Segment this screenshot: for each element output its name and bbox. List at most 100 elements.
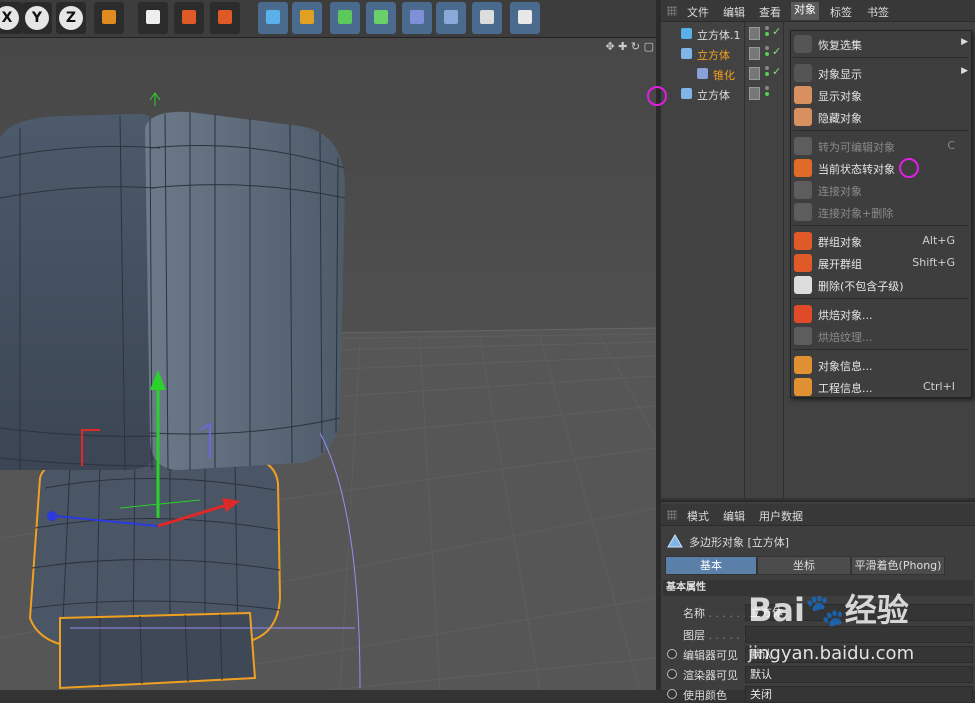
robot-head[interactable] — [0, 111, 346, 471]
connect-object-icon — [794, 181, 812, 199]
visibility-dots[interactable] — [765, 86, 769, 102]
menu-separator — [793, 349, 969, 350]
menu-file[interactable]: 文件 — [687, 4, 709, 20]
menu-user-data[interactable]: 用户数据 — [759, 508, 803, 524]
object-manager-menubar: 文件 编辑 查看 对象 标签 书签 — [661, 0, 975, 22]
context-menu-item[interactable]: 对象信息... — [791, 354, 971, 376]
watermark-logo: Bai🐾经验 — [748, 591, 909, 629]
viewport-scene — [0, 38, 656, 690]
tree-row[interactable]: 锥化 ✓ — [661, 64, 783, 84]
layer-tag-icon[interactable] — [749, 87, 760, 100]
menu-view[interactable]: 查看 — [759, 4, 781, 20]
robot-body[interactable] — [28, 455, 282, 690]
tab-phong[interactable]: 平滑着色(Phong) — [851, 556, 945, 575]
tab-coordinates[interactable]: 坐标 — [757, 556, 851, 575]
menu-object[interactable]: 对象 — [791, 2, 819, 20]
menu-mode[interactable]: 模式 — [687, 508, 709, 524]
bake-texture-icon — [794, 327, 812, 345]
watermark-url: jingyan.baidu.com — [748, 643, 915, 664]
pen-icon[interactable] — [292, 2, 322, 34]
menu-tags[interactable]: 标签 — [830, 4, 852, 20]
tree-row[interactable]: 立方体 ✓ — [661, 44, 783, 64]
deformer-icon[interactable] — [402, 2, 432, 34]
field-label: 编辑器可见 — [683, 647, 738, 663]
tree-item-label: 立方体.1 — [697, 29, 741, 42]
viewport-nav-icons[interactable]: ✥ ✚ ↻ ▢ — [594, 40, 654, 54]
field-label-dots: . . . . . . — [705, 607, 747, 620]
axis-z-button[interactable]: Z — [56, 2, 86, 34]
bake-object-icon — [794, 305, 812, 323]
axis-letter: Y — [25, 6, 49, 30]
visibility-dots[interactable] — [765, 26, 769, 42]
axis-y-button[interactable]: Y — [22, 2, 52, 34]
context-menu-item[interactable]: 群组对象 Alt+G — [791, 230, 971, 252]
context-menu-item[interactable]: 恢复选集 ▶ — [791, 33, 971, 55]
field-label: 渲染器可见 — [683, 667, 738, 683]
coordinate-system-icon[interactable] — [94, 2, 124, 34]
enabled-check-icon[interactable]: ✓ — [772, 45, 781, 58]
menu-bookmarks[interactable]: 书签 — [867, 4, 889, 20]
tree-row[interactable]: 立方体.1 ✓ — [661, 24, 783, 44]
polygon-object-icon — [667, 534, 683, 548]
context-menu-item[interactable]: 对象显示 ▶ — [791, 62, 971, 84]
light-icon[interactable] — [510, 2, 540, 34]
tree-item-label: 立方体 — [697, 49, 730, 62]
context-menu-item[interactable]: 显示对象 — [791, 84, 971, 106]
menu-edit[interactable]: 编辑 — [723, 4, 745, 20]
layer-tag-icon[interactable] — [749, 47, 760, 60]
menu-edit[interactable]: 编辑 — [723, 508, 745, 524]
tab-basic[interactable]: 基本 — [665, 556, 757, 575]
animate-radio[interactable] — [667, 689, 677, 699]
polygon-object-icon — [681, 88, 692, 99]
axis-x-button[interactable]: X — [0, 2, 22, 34]
render-view-icon[interactable] — [138, 2, 168, 34]
attribute-title: 多边形对象 [立方体] — [689, 536, 790, 549]
3d-viewport[interactable]: ✥ ✚ ↻ ▢ — [0, 38, 656, 690]
subdivision-icon[interactable] — [330, 2, 360, 34]
attribute-menubar: 模式 编辑 用户数据 — [661, 504, 975, 526]
animate-radio[interactable] — [667, 669, 677, 679]
menu-separator — [793, 57, 969, 58]
layer-tag-icon[interactable] — [749, 67, 760, 80]
project-info-icon — [794, 378, 812, 396]
context-menu-label: 展开群组 — [818, 258, 862, 271]
panel-grip-icon[interactable] — [667, 6, 677, 16]
context-menu-label: 烘焙对象... — [818, 309, 873, 322]
context-menu-label: 烘焙纹理... — [818, 331, 873, 344]
shortcut-label: Shift+G — [912, 256, 955, 269]
context-menu-item[interactable]: 删除(不包含子级) — [791, 274, 971, 296]
context-menu-label: 群组对象 — [818, 236, 862, 249]
enabled-check-icon[interactable]: ✓ — [772, 25, 781, 38]
context-menu-item[interactable]: 工程信息... Ctrl+I — [791, 376, 971, 398]
render-picture-icon[interactable] — [174, 2, 204, 34]
context-menu-item: 转为可编辑对象 C — [791, 135, 971, 157]
tree-row[interactable]: 立方体 — [661, 84, 783, 104]
field-value[interactable]: 关闭 — [745, 686, 973, 703]
layer-tag-icon[interactable] — [749, 27, 760, 40]
floor-icon[interactable] — [436, 2, 466, 34]
panel-grip-icon[interactable] — [667, 510, 677, 520]
visibility-dots[interactable] — [765, 66, 769, 82]
render-settings-icon[interactable] — [210, 2, 240, 34]
context-menu-item: 烘焙纹理... — [791, 325, 971, 347]
shortcut-label: Ctrl+I — [922, 380, 955, 393]
context-menu-item[interactable]: 烘焙对象... — [791, 303, 971, 325]
visibility-dots[interactable] — [765, 46, 769, 62]
context-menu-label: 连接对象 — [818, 185, 862, 198]
mograph-cloner-icon[interactable] — [366, 2, 396, 34]
field-label-text: 渲染器可见 — [683, 669, 738, 682]
camera-icon[interactable] — [472, 2, 502, 34]
blank-icon — [794, 35, 812, 53]
taper-deformer-icon — [697, 68, 708, 79]
animate-radio[interactable] — [667, 649, 677, 659]
context-menu-label: 对象显示 — [818, 68, 862, 81]
current-state-icon — [794, 159, 812, 177]
enabled-check-icon[interactable]: ✓ — [772, 65, 781, 78]
context-menu-item[interactable]: 隐藏对象 — [791, 106, 971, 128]
context-menu-item[interactable]: 当前状态转对象 — [791, 157, 971, 179]
cube-icon[interactable] — [258, 2, 288, 34]
make-editable-icon — [794, 137, 812, 155]
context-menu-label: 恢复选集 — [818, 39, 862, 52]
context-menu-label: 显示对象 — [818, 90, 862, 103]
context-menu-item[interactable]: 展开群组 Shift+G — [791, 252, 971, 274]
